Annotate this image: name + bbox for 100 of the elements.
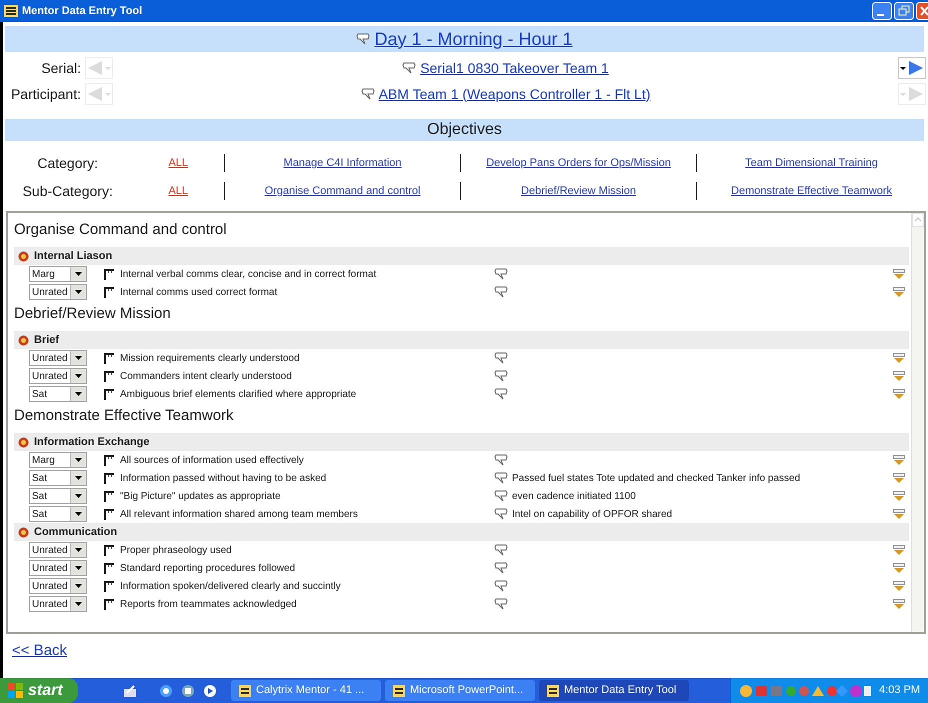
comment-icon[interactable] xyxy=(494,508,508,520)
rating-dropdown[interactable]: Unrated xyxy=(29,578,87,594)
value-link[interactable]: Serial1 0830 Takeover Team 1 xyxy=(420,58,609,78)
comment-icon[interactable] xyxy=(494,370,508,382)
rating-dropdown[interactable]: Unrated xyxy=(29,542,87,558)
comment-icon[interactable] xyxy=(494,454,508,466)
filter-link[interactable]: Team Dimensional Training xyxy=(745,154,878,172)
comment-text: even cadence initiated 1100 xyxy=(512,490,636,504)
hierarchy-icon xyxy=(104,562,114,574)
filter-link[interactable]: Develop Pans Orders for Ops/Mission xyxy=(486,154,671,172)
group-title: Brief xyxy=(34,332,60,348)
comment-icon[interactable] xyxy=(402,62,416,74)
expand-icon[interactable] xyxy=(893,352,905,364)
desktop-icon[interactable] xyxy=(123,684,137,698)
objective-text: All relevant information shared among team members xyxy=(120,508,359,522)
comment-icon[interactable] xyxy=(494,268,508,280)
collapse-icon[interactable] xyxy=(18,250,29,262)
tray-icons-drawing[interactable] xyxy=(739,682,872,698)
comment-icon[interactable] xyxy=(494,598,508,610)
section-title: Organise Command and control xyxy=(14,220,227,240)
value-link[interactable]: ABM Team 1 (Weapons Controller 1 - Flt Lt) xyxy=(378,84,650,104)
dropdown-arrow-icon xyxy=(75,392,82,396)
rating-dropdown[interactable]: Sat xyxy=(29,506,87,522)
expand-icon[interactable] xyxy=(893,508,905,520)
filter-link[interactable]: Manage C4I Information xyxy=(284,154,402,172)
comment-icon[interactable] xyxy=(494,544,508,556)
windows-logo-icon xyxy=(8,682,24,698)
hierarchy-icon xyxy=(104,388,114,400)
comment-icon[interactable] xyxy=(494,472,508,484)
rating-dropdown[interactable]: Sat xyxy=(29,386,87,402)
expand-icon[interactable] xyxy=(893,370,905,382)
comment-icon[interactable] xyxy=(356,33,370,45)
dropdown-arrow-icon xyxy=(75,356,82,360)
hierarchy-icon xyxy=(104,472,114,484)
taskbar-button[interactable]: Mentor Data Entry Tool xyxy=(539,680,689,701)
media-player-icon[interactable] xyxy=(203,684,217,698)
scrollbar[interactable] xyxy=(911,213,924,632)
comment-icon[interactable] xyxy=(360,88,375,100)
next-button[interactable] xyxy=(898,57,926,79)
back-link[interactable]: << Back xyxy=(12,642,68,659)
taskbar-button[interactable]: Calytrix Mentor - 41 ... xyxy=(231,680,381,701)
close-button[interactable] xyxy=(916,2,928,20)
comment-icon[interactable] xyxy=(494,352,508,364)
filter-link[interactable]: ALL xyxy=(168,182,188,200)
browser-icon[interactable] xyxy=(159,684,173,698)
hierarchy-icon xyxy=(104,508,114,520)
comment-icon[interactable] xyxy=(494,286,508,298)
hierarchy-icon xyxy=(104,268,114,280)
rating-dropdown[interactable]: Sat xyxy=(29,488,87,504)
expand-icon[interactable] xyxy=(893,598,905,610)
rating-dropdown[interactable]: Marg xyxy=(29,266,87,282)
objective-text: Internal verbal comms clear, concise and in correct format xyxy=(120,268,378,282)
left-arrow-icon xyxy=(86,59,104,77)
expand-icon[interactable] xyxy=(893,388,905,400)
collapse-icon[interactable] xyxy=(18,526,29,538)
taskbar-button[interactable]: Microsoft PowerPoint... xyxy=(385,680,535,701)
group-title: Internal Liason xyxy=(34,248,112,264)
restore-button[interactable] xyxy=(894,2,914,20)
expand-icon[interactable] xyxy=(893,454,905,466)
expand-icon[interactable] xyxy=(893,268,905,280)
filter-link[interactable]: ALL xyxy=(168,154,188,172)
collapse-icon[interactable] xyxy=(18,334,29,346)
collapse-icon[interactable] xyxy=(18,436,29,448)
rating-dropdown[interactable]: Unrated xyxy=(29,560,87,576)
right-arrow-icon xyxy=(907,85,925,103)
hierarchy-icon xyxy=(104,580,114,592)
objective-text: "Big Picture" updates as appropriate xyxy=(120,490,282,504)
start-button[interactable]: start xyxy=(0,678,78,703)
objective-text: Proper phraseology used xyxy=(120,544,233,558)
expand-icon[interactable] xyxy=(893,286,905,298)
expand-icon[interactable] xyxy=(893,562,905,574)
rating-dropdown[interactable]: Unrated xyxy=(29,368,87,384)
rating-dropdown[interactable]: Sat xyxy=(29,470,87,486)
section-title: Demonstrate Effective Teamwork xyxy=(14,406,234,426)
expand-icon[interactable] xyxy=(893,490,905,502)
expand-icon[interactable] xyxy=(893,580,905,592)
rating-dropdown[interactable]: Unrated xyxy=(29,284,87,300)
dropdown-arrow-icon xyxy=(75,458,82,462)
dropdown-arrow-icon xyxy=(75,548,82,552)
comment-icon[interactable] xyxy=(494,580,508,592)
filter-link[interactable]: Debrief/Review Mission xyxy=(521,182,636,200)
app-icon xyxy=(393,684,405,696)
filter-link[interactable]: Demonstrate Effective Teamwork xyxy=(731,182,892,200)
expand-icon[interactable] xyxy=(893,472,905,484)
expand-icon[interactable] xyxy=(893,544,905,556)
rating-dropdown[interactable]: Marg xyxy=(29,452,87,468)
comment-icon[interactable] xyxy=(494,490,508,502)
filter-link[interactable]: Organise Command and control xyxy=(264,182,420,200)
minimize-button[interactable] xyxy=(872,2,892,20)
day-title-link[interactable]: Day 1 - Morning - Hour 1 xyxy=(374,26,573,52)
dropdown-arrow-icon xyxy=(75,272,82,276)
right-arrow-icon xyxy=(907,59,925,77)
comment-icon[interactable] xyxy=(494,562,508,574)
objective-text: Standard reporting procedures followed xyxy=(120,562,296,576)
rating-dropdown[interactable]: Unrated xyxy=(29,596,87,612)
comment-icon[interactable] xyxy=(494,388,508,400)
dropdown-arrow-icon xyxy=(75,494,82,498)
rating-dropdown[interactable]: Unrated xyxy=(29,350,87,366)
dropdown-arrow-icon xyxy=(75,374,82,378)
email-icon[interactable] xyxy=(181,684,195,698)
